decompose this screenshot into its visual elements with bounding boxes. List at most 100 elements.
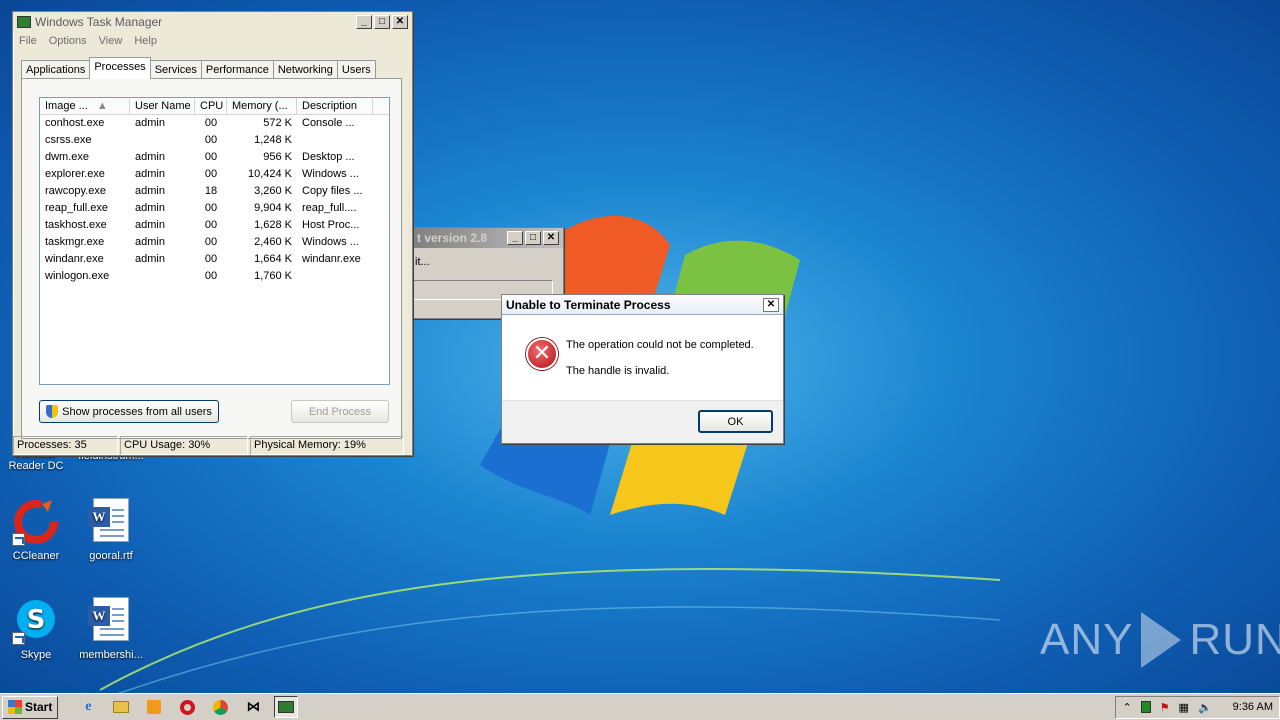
desktop-icon-gooral[interactable]: W gooral.rtf [75, 498, 147, 562]
uac-shield-icon [46, 405, 59, 418]
table-row[interactable]: explorer.exe admin 00 10,424 K Windows ... [40, 166, 389, 183]
clock[interactable]: 9:36 AM [1233, 701, 1273, 713]
table-row[interactable]: winlogon.exe 00 1,760 K [40, 268, 389, 285]
tab-users[interactable]: Users [336, 60, 376, 79]
table-row[interactable]: taskmgr.exe admin 00 2,460 K Windows ... [40, 234, 389, 251]
column-cpu[interactable]: CPU [195, 98, 227, 114]
skype-icon: S [12, 597, 60, 645]
table-row[interactable]: taskhost.exe admin 00 1,628 K Host Proc... [40, 217, 389, 234]
cell-image: csrss.exe [45, 134, 92, 146]
cell-memory: 1,664 K [254, 253, 292, 265]
column-description[interactable]: Description [297, 98, 373, 114]
ok-button[interactable]: OK [698, 410, 773, 433]
cell-cpu: 00 [204, 168, 218, 180]
ccleaner-icon [12, 498, 60, 546]
background-window-text: it... [415, 256, 430, 268]
table-row[interactable]: csrss.exe 00 1,248 K [40, 132, 389, 149]
error-message: The operation could not be completed. Th… [566, 339, 754, 391]
status-memory: Physical Memory: 19% [250, 436, 404, 455]
task-manager-window[interactable]: Windows Task Manager _ □ ✕ File Options … [12, 11, 413, 456]
cell-description: Console ... [302, 117, 355, 129]
tab-applications[interactable]: Applications [21, 60, 91, 79]
close-button[interactable]: ✕ [392, 15, 408, 29]
action-center-icon[interactable]: ⚑ [1160, 701, 1170, 714]
cell-image: windanr.exe [45, 253, 104, 265]
desktop-icon-skype[interactable]: S Skype [0, 597, 72, 661]
tab-performance[interactable]: Performance [200, 60, 274, 79]
tab-services[interactable]: Services [149, 60, 202, 79]
cell-cpu: 00 [204, 253, 218, 265]
table-row[interactable]: conhost.exe admin 00 572 K Console ... [40, 115, 389, 132]
sort-ascending-icon: ▲ [96, 100, 108, 112]
desktop-icon-membership[interactable]: W membershi... [75, 597, 147, 661]
cell-user [130, 268, 195, 285]
cell-cpu: 00 [204, 236, 218, 248]
network-icon[interactable]: ▦ [1179, 701, 1189, 714]
cell-description: windanr.exe [302, 253, 361, 265]
media-player-icon[interactable] [142, 696, 166, 718]
desktop-icon-label: gooral.rtf [89, 550, 133, 562]
table-row[interactable]: dwm.exe admin 00 956 K Desktop ... [40, 149, 389, 166]
cpu-meter-icon[interactable] [1140, 701, 1151, 713]
task-manager-titlebar[interactable]: Windows Task Manager _ □ ✕ [13, 12, 412, 32]
app-icon[interactable]: ⋈ [241, 696, 265, 718]
status-processes: Processes: 35 [13, 436, 118, 455]
close-button[interactable]: ✕ [763, 297, 779, 312]
start-button[interactable]: Start [2, 695, 59, 719]
close-button[interactable]: ✕ [543, 231, 559, 245]
volume-icon[interactable]: 🔈 [1198, 701, 1212, 714]
cell-image: conhost.exe [45, 117, 105, 129]
cell-description [297, 132, 373, 149]
show-hidden-icons-icon[interactable]: ⌃ [1122, 701, 1131, 714]
cell-description: reap_full.... [302, 202, 357, 214]
menu-view[interactable]: View [99, 35, 123, 47]
minimize-button[interactable]: _ [507, 231, 523, 245]
cell-user: admin [135, 185, 165, 197]
task-manager-taskbar-icon[interactable] [274, 696, 299, 718]
cell-user: admin [135, 168, 165, 180]
menu-help[interactable]: Help [134, 35, 157, 47]
table-row[interactable]: rawcopy.exe admin 18 3,260 K Copy files ... [40, 183, 389, 200]
error-dialog[interactable]: Unable to Terminate Process ✕ ✕ The oper… [501, 294, 784, 444]
column-user-name[interactable]: User Name [130, 98, 195, 114]
cell-memory: 1,248 K [254, 134, 292, 146]
word-document-icon: W [87, 597, 135, 645]
minimize-button[interactable]: _ [356, 15, 372, 29]
cell-image: taskhost.exe [45, 219, 107, 231]
process-list-header: Image ... ▲ User Name CPU Memory (... De… [40, 98, 389, 115]
menu-file[interactable]: File [19, 35, 37, 47]
column-memory[interactable]: Memory (... [227, 98, 297, 114]
tab-networking[interactable]: Networking [272, 60, 338, 79]
menu-options[interactable]: Options [49, 35, 87, 47]
svg-text:S: S [27, 605, 46, 635]
table-row[interactable]: reap_full.exe admin 00 9,904 K reap_full.... [40, 200, 389, 217]
taskbar: Start e ⋈ ⌃ ⚑ ▦ 🔈 9:36 AM [0, 693, 1280, 720]
maximize-button[interactable]: □ [374, 15, 390, 29]
cell-description [297, 268, 373, 285]
windows-flag-icon [8, 700, 22, 714]
show-all-processes-button[interactable]: Show processes from all users [39, 400, 219, 423]
table-row[interactable]: windanr.exe admin 00 1,664 K windanr.exe [40, 251, 389, 268]
maximize-button[interactable]: □ [525, 231, 541, 245]
cell-cpu: 00 [204, 270, 218, 282]
tab-strip: Applications Processes Services Performa… [21, 57, 376, 79]
status-bar: Processes: 35 CPU Usage: 30% Physical Me… [13, 436, 412, 455]
processes-panel: Image ... ▲ User Name CPU Memory (... De… [21, 78, 402, 439]
cell-user: admin [135, 253, 165, 265]
error-dialog-titlebar[interactable]: Unable to Terminate Process ✕ [502, 295, 783, 315]
anyrun-watermark: ANY RUN [1040, 612, 1280, 668]
file-explorer-icon[interactable] [109, 696, 133, 718]
process-list[interactable]: Image ... ▲ User Name CPU Memory (... De… [39, 97, 390, 385]
end-process-button[interactable]: End Process [291, 400, 389, 423]
internet-explorer-icon[interactable]: e [76, 696, 100, 718]
cell-memory: 2,460 K [254, 236, 292, 248]
background-window-titlebar[interactable]: t version 2.8 _ □ ✕ [413, 228, 563, 248]
cell-cpu: 00 [204, 202, 218, 214]
desktop-icon-ccleaner[interactable]: CCleaner [0, 498, 72, 562]
column-image-name[interactable]: Image ... ▲ [40, 98, 130, 114]
system-tray: ⌃ ⚑ ▦ 🔈 9:36 AM [1115, 695, 1280, 719]
cell-description: Copy files ... [302, 185, 363, 197]
chrome-icon[interactable] [208, 696, 232, 718]
opera-icon[interactable] [175, 696, 199, 718]
tab-processes[interactable]: Processes [89, 57, 151, 79]
